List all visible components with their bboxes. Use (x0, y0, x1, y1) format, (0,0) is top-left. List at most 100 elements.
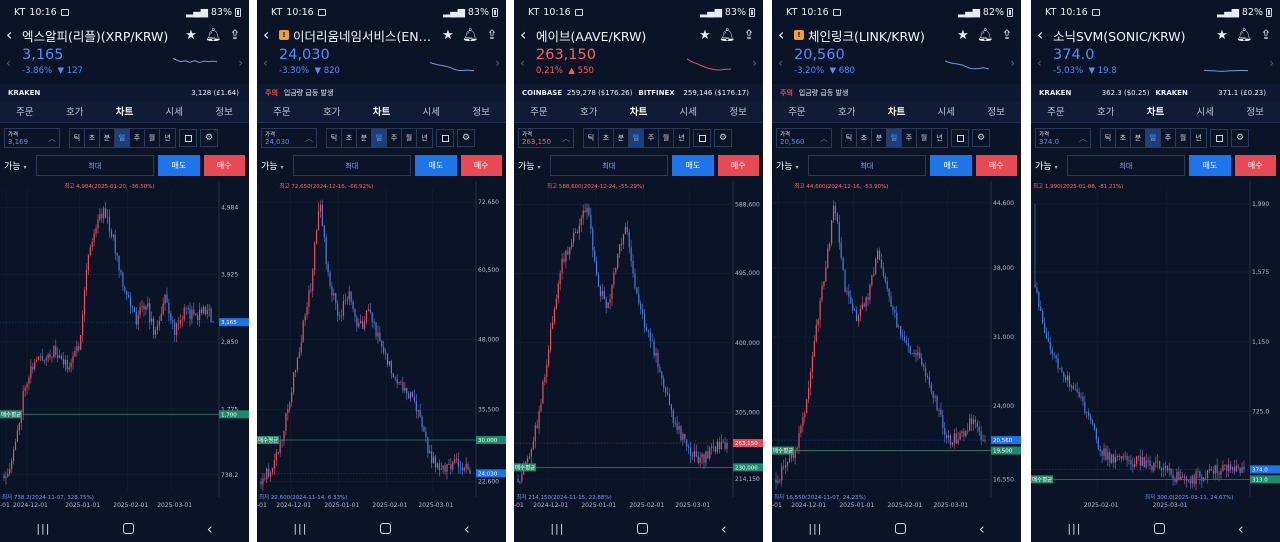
star-icon[interactable]: ★ (955, 28, 971, 43)
share-icon[interactable]: ⇪ (227, 28, 243, 43)
timeframe-2[interactable]: 분 (357, 129, 372, 147)
available-dropdown[interactable]: 가능 ▾ (4, 159, 32, 172)
timeframe-1[interactable]: 초 (599, 129, 614, 147)
home-icon[interactable] (1154, 523, 1166, 534)
back-arrow-icon[interactable]: ‹ (520, 27, 532, 43)
recent-apps-icon[interactable]: ||| (808, 522, 822, 535)
candlestick-chart[interactable]: 588,600 495,000 400,000 305,000 214,150 -01 20… (514, 181, 763, 515)
buy-button[interactable]: 매수 (717, 154, 759, 176)
next-coin-icon[interactable]: › (752, 56, 757, 70)
sell-button[interactable]: 매도 (158, 154, 200, 176)
buy-button[interactable]: 매수 (460, 154, 502, 176)
tab-0[interactable]: 주문 (772, 102, 822, 122)
timeframe-2[interactable]: 분 (614, 129, 629, 147)
share-icon[interactable]: ⇪ (741, 28, 757, 43)
back-nav-icon[interactable]: ‹ (1238, 520, 1244, 538)
max-button[interactable]: 최대 (292, 154, 412, 176)
sell-button[interactable]: 매도 (415, 154, 457, 176)
tab-1[interactable]: 호가 (50, 102, 100, 122)
timeframe-0[interactable]: 틱 (1101, 129, 1116, 147)
chevron-up-icon[interactable]: ︿ (562, 133, 570, 144)
candlestick-chart[interactable]: 72,650 60,500 48,000 35,500 22,600 -01 2024-12… (257, 181, 506, 515)
max-button[interactable]: 최대 (1066, 154, 1186, 176)
share-icon[interactable]: ⇪ (1258, 28, 1274, 43)
bell-icon[interactable]: 🔔︎ (1236, 28, 1253, 43)
timeframe-6[interactable]: 년 (674, 129, 689, 147)
recent-apps-icon[interactable]: ||| (36, 522, 50, 535)
timeframe-6[interactable]: 년 (1191, 129, 1206, 147)
price-input[interactable]: 가격 20,560 ︿ (776, 128, 832, 148)
recent-apps-icon[interactable]: ||| (1067, 522, 1081, 535)
tab-4[interactable]: 정보 (1230, 102, 1280, 122)
chevron-up-icon[interactable]: ︿ (1079, 133, 1087, 144)
timeframe-2[interactable]: 분 (100, 129, 115, 147)
candlestick-chart[interactable]: 4,984 3,925 2,850 1,775 738.2 -01 2024-12-01 20… (0, 181, 249, 515)
back-nav-icon[interactable]: ‹ (979, 520, 985, 538)
tab-1[interactable]: 호가 (1081, 102, 1131, 122)
timeframe-1[interactable]: 초 (1116, 129, 1131, 147)
next-coin-icon[interactable]: › (1010, 56, 1015, 70)
tab-3[interactable]: 시세 (406, 102, 456, 122)
prev-coin-icon[interactable]: ‹ (1037, 56, 1042, 70)
timeframe-0[interactable]: 틱 (842, 129, 857, 147)
timeframe-5[interactable]: 월 (402, 129, 417, 147)
buy-button[interactable]: 매수 (1234, 154, 1276, 176)
coin-title[interactable]: 엑스알피(리플)(XRP/KRW) (22, 26, 179, 45)
timeframe-0[interactable]: 틱 (70, 129, 85, 147)
back-nav-icon[interactable]: ‹ (464, 520, 470, 538)
tab-4[interactable]: 정보 (971, 102, 1021, 122)
tab-1[interactable]: 호가 (307, 102, 357, 122)
chevron-up-icon[interactable]: ︿ (820, 133, 828, 144)
candlestick-chart[interactable]: 44,600 38,000 31,000 24,000 16,550 -01 2024-12… (772, 181, 1021, 515)
sell-button[interactable]: 매도 (930, 154, 972, 176)
bell-icon[interactable]: 🔔︎ (205, 28, 222, 43)
star-icon[interactable]: ★ (183, 28, 199, 43)
coin-title[interactable]: 체인링크(LINK/KRW) (808, 26, 951, 45)
next-coin-icon[interactable]: › (238, 56, 243, 70)
bell-icon[interactable]: 🔔︎ (719, 28, 736, 43)
back-arrow-icon[interactable]: ‹ (263, 27, 275, 43)
coin-title[interactable]: 이더리움네임서비스(ENS/... (293, 26, 436, 45)
chevron-up-icon[interactable]: ︿ (305, 133, 313, 144)
settings-button[interactable]: ⚙ (457, 129, 475, 147)
timeframe-2[interactable]: 분 (1131, 129, 1146, 147)
bell-icon[interactable]: 🔔︎ (462, 28, 479, 43)
fullscreen-button[interactable] (951, 129, 969, 147)
tab-4[interactable]: 정보 (199, 102, 249, 122)
timeframe-4[interactable]: 주 (902, 129, 917, 147)
price-input[interactable]: 가격 3,169 ︿ (4, 128, 60, 148)
home-icon[interactable] (895, 523, 907, 534)
chevron-up-icon[interactable]: ︿ (48, 133, 56, 144)
next-coin-icon[interactable]: › (495, 56, 500, 70)
timeframe-3[interactable]: 일 (629, 129, 644, 147)
bell-icon[interactable]: 🔔︎ (977, 28, 994, 43)
sell-button[interactable]: 매도 (672, 154, 714, 176)
star-icon[interactable]: ★ (1214, 28, 1230, 43)
back-nav-icon[interactable]: ‹ (207, 520, 213, 538)
timeframe-5[interactable]: 월 (145, 129, 160, 147)
timeframe-1[interactable]: 초 (342, 129, 357, 147)
home-icon[interactable] (380, 523, 392, 534)
tab-2[interactable]: 차트 (614, 102, 664, 122)
prev-coin-icon[interactable]: ‹ (263, 56, 268, 70)
price-input[interactable]: 가격 24,030 ︿ (261, 128, 317, 148)
price-input[interactable]: 가격 374.0 ︿ (1035, 128, 1091, 148)
home-icon[interactable] (637, 523, 649, 534)
timeframe-4[interactable]: 주 (130, 129, 145, 147)
timeframe-5[interactable]: 월 (659, 129, 674, 147)
timeframe-1[interactable]: 초 (85, 129, 100, 147)
recent-apps-icon[interactable]: ||| (293, 522, 307, 535)
settings-button[interactable]: ⚙ (714, 129, 732, 147)
tab-3[interactable]: 시세 (149, 102, 199, 122)
tab-2[interactable]: 차트 (1131, 102, 1181, 122)
back-arrow-icon[interactable]: ‹ (1037, 27, 1049, 43)
timeframe-6[interactable]: 년 (160, 129, 175, 147)
buy-button[interactable]: 매수 (975, 154, 1017, 176)
timeframe-3[interactable]: 일 (372, 129, 387, 147)
tab-3[interactable]: 시세 (921, 102, 971, 122)
settings-button[interactable]: ⚙ (1231, 129, 1249, 147)
share-icon[interactable]: ⇪ (484, 28, 500, 43)
tab-4[interactable]: 정보 (713, 102, 763, 122)
max-button[interactable]: 최대 (549, 154, 669, 176)
settings-button[interactable]: ⚙ (200, 129, 218, 147)
